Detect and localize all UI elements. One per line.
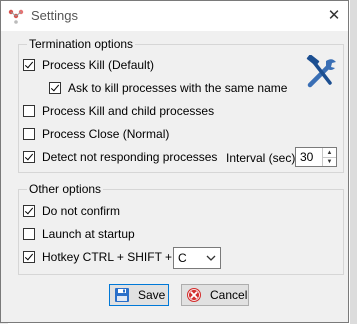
floppy-disk-icon <box>115 288 129 302</box>
do-not-confirm-option[interactable]: Do not confirm <box>23 203 120 219</box>
process-kill-checkbox[interactable] <box>23 59 35 71</box>
settings-dialog: Settings ✕ Termination options Process K… <box>0 0 349 323</box>
close-icon: ✕ <box>327 7 341 24</box>
kill-children-option[interactable]: Process Kill and child processes <box>23 103 214 119</box>
process-kill-label: Process Kill (Default) <box>42 58 155 72</box>
cancel-label: Cancel <box>210 288 248 302</box>
process-close-option[interactable]: Process Close (Normal) <box>23 126 169 142</box>
spin-down-button[interactable]: ▼ <box>323 157 336 166</box>
ask-kill-same-name-label: Ask to kill processes with the same name <box>68 81 288 95</box>
hotkey-key-select[interactable]: C <box>173 247 221 269</box>
chevron-up-icon: ▲ <box>326 149 333 156</box>
detect-not-responding-option[interactable]: Detect not responding processes <box>23 149 217 165</box>
process-close-label: Process Close (Normal) <box>42 127 170 141</box>
cancel-button[interactable]: Cancel <box>181 284 249 306</box>
hammer-wrench-icon <box>306 55 336 88</box>
window-title: Settings <box>31 8 78 23</box>
kill-children-checkbox[interactable] <box>23 105 35 117</box>
interval-spinbox[interactable]: 30 ▲ ▼ <box>295 147 337 167</box>
ask-kill-same-name-checkbox[interactable] <box>49 82 61 94</box>
cancel-icon <box>187 288 201 302</box>
hotkey-key-value: C <box>178 251 187 265</box>
kill-children-label: Process Kill and child processes <box>42 104 215 118</box>
settings-app-icon <box>8 9 24 24</box>
interval-spin-buttons: ▲ ▼ <box>322 148 336 166</box>
hotkey-label: Hotkey CTRL + SHIFT + <box>42 250 173 264</box>
interval-value[interactable]: 30 <box>300 150 313 164</box>
ask-kill-same-name-option[interactable]: Ask to kill processes with the same name <box>49 80 287 96</box>
hotkey-checkbox[interactable] <box>23 251 35 263</box>
background-window-right <box>350 0 357 324</box>
launch-at-startup-checkbox[interactable] <box>23 228 35 240</box>
save-button[interactable]: Save <box>109 284 169 306</box>
title-bar[interactable]: Settings ✕ <box>1 1 348 31</box>
chevron-down-icon: ▼ <box>326 158 333 165</box>
detect-not-responding-label: Detect not responding processes <box>42 150 218 164</box>
other-options-legend: Other options <box>27 182 104 196</box>
close-button[interactable]: ✕ <box>321 3 347 27</box>
do-not-confirm-label: Do not confirm <box>42 204 121 218</box>
hotkey-option[interactable]: Hotkey CTRL + SHIFT + <box>23 249 172 265</box>
save-label: Save <box>138 288 166 302</box>
process-close-checkbox[interactable] <box>23 128 35 140</box>
launch-at-startup-option[interactable]: Launch at startup <box>23 226 135 242</box>
interval-label: Interval (sec) <box>226 151 296 165</box>
termination-options-legend: Termination options <box>27 37 136 51</box>
process-kill-option[interactable]: Process Kill (Default) <box>23 57 154 73</box>
do-not-confirm-checkbox[interactable] <box>23 205 35 217</box>
detect-not-responding-checkbox[interactable] <box>23 151 35 163</box>
chevron-down-icon <box>206 255 216 261</box>
launch-at-startup-label: Launch at startup <box>42 227 135 241</box>
